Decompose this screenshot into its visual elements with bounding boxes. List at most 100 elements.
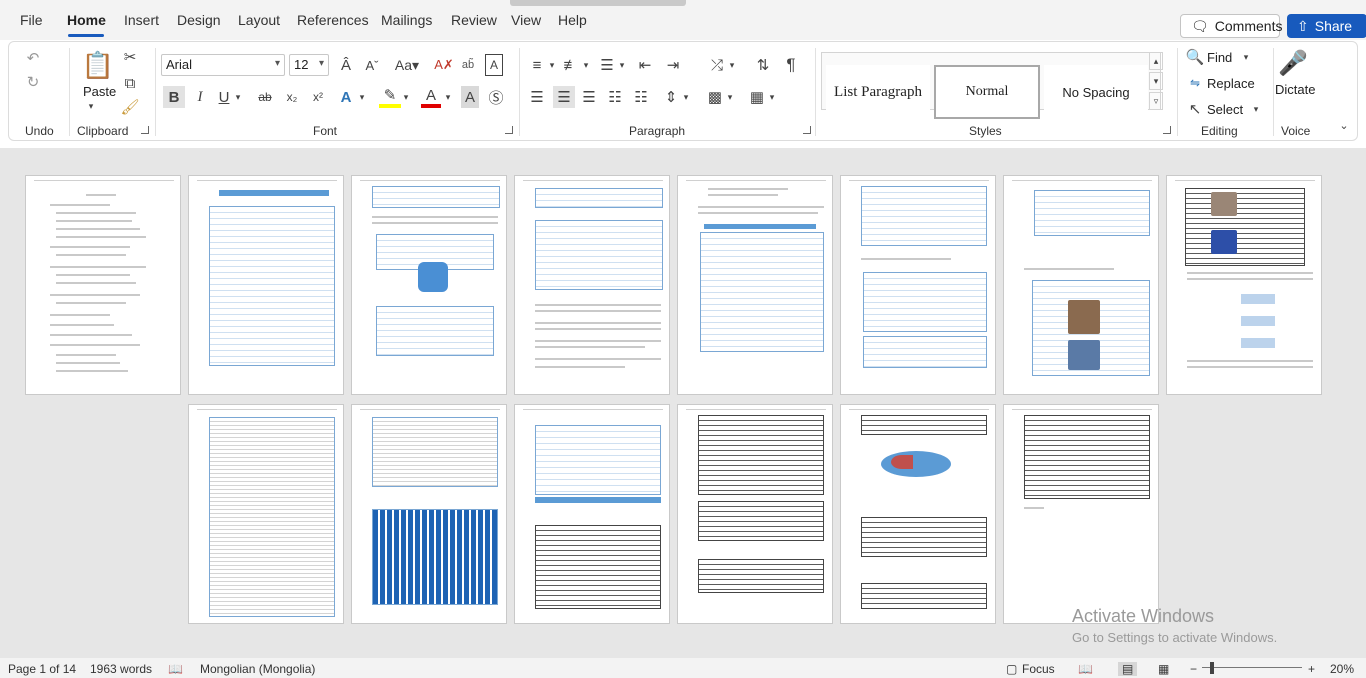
tab-home[interactable]: Home: [67, 12, 106, 28]
bold-icon[interactable]: B: [163, 86, 185, 108]
line-spacing-icon[interactable]: ⇕: [661, 86, 681, 108]
tab-help[interactable]: Help: [558, 12, 587, 28]
page-thumbnail[interactable]: [840, 404, 996, 624]
chevron-down-icon[interactable]: ▾: [401, 86, 411, 108]
undo-icon[interactable]: ↶: [23, 48, 43, 68]
page-thumbnail[interactable]: [677, 175, 833, 395]
text-direction-icon[interactable]: ⤮: [707, 54, 727, 76]
word-count[interactable]: 1963 words: [90, 662, 152, 676]
tab-design[interactable]: Design: [177, 12, 221, 28]
tab-references[interactable]: References: [297, 12, 369, 28]
shrink-font-icon[interactable]: Aˇ: [363, 54, 381, 76]
change-case-icon[interactable]: Aa▾: [391, 54, 423, 76]
paste-label[interactable]: Paste: [83, 84, 116, 99]
styles-launcher-icon[interactable]: [1163, 126, 1171, 134]
chevron-down-icon[interactable]: ▾: [85, 100, 97, 112]
style-no-spacing[interactable]: No Spacing: [1044, 65, 1148, 119]
replace-button[interactable]: Replace: [1207, 76, 1255, 91]
page-thumbnail[interactable]: [188, 404, 344, 624]
share-button[interactable]: ⇧ Share: [1287, 14, 1366, 38]
chevron-down-icon[interactable]: ▾: [1241, 50, 1251, 64]
subscript-icon[interactable]: x₂: [283, 86, 301, 108]
comments-button[interactable]: 🗨 Comments: [1180, 14, 1282, 38]
zoom-slider[interactable]: [1202, 667, 1302, 668]
language-status[interactable]: Mongolian (Mongolia): [200, 662, 315, 676]
cut-icon[interactable]: ✂: [121, 48, 139, 66]
tab-layout[interactable]: Layout: [238, 12, 280, 28]
grow-font-icon[interactable]: Â: [337, 54, 355, 76]
microphone-icon[interactable]: 🎤: [1278, 46, 1308, 80]
collapse-ribbon-icon[interactable]: ⌄: [1337, 118, 1351, 132]
italic-icon[interactable]: I: [191, 86, 209, 108]
underline-icon[interactable]: U: [215, 86, 233, 108]
style-list-paragraph[interactable]: List Paragraph: [826, 65, 930, 119]
tab-mailings[interactable]: Mailings: [381, 12, 432, 28]
increase-indent-icon[interactable]: ⇥: [663, 54, 683, 76]
numbering-icon[interactable]: ≢: [561, 54, 581, 76]
chevron-down-icon[interactable]: ▾: [727, 54, 737, 76]
copy-icon[interactable]: ⧉: [121, 74, 139, 92]
format-painter-icon[interactable]: 🖌: [120, 98, 139, 116]
replace-icon[interactable]: ⇋: [1187, 74, 1203, 92]
page-thumbnail[interactable]: [1003, 404, 1159, 624]
chevron-down-icon[interactable]: ▾: [1251, 102, 1261, 116]
decrease-indent-icon[interactable]: ⇤: [635, 54, 655, 76]
chevron-down-icon[interactable]: ▾: [233, 86, 243, 108]
character-border-icon[interactable]: A: [485, 54, 503, 76]
styles-more-icon[interactable]: ▿: [1149, 92, 1163, 110]
page-thumbnail[interactable]: [514, 404, 670, 624]
font-color-icon[interactable]: A: [421, 86, 441, 108]
print-layout-icon[interactable]: ▤: [1118, 662, 1138, 676]
page-thumbnail[interactable]: [1166, 175, 1322, 395]
select-button[interactable]: Select: [1207, 102, 1243, 117]
page-thumbnail[interactable]: [514, 175, 670, 395]
select-cursor-icon[interactable]: ↖: [1187, 100, 1203, 118]
zoom-out-icon[interactable]: −: [1190, 662, 1197, 676]
page-thumbnail[interactable]: [1003, 175, 1159, 395]
chevron-down-icon[interactable]: ▾: [767, 86, 777, 108]
font-name-select[interactable]: Arial ▾: [161, 54, 285, 76]
distributed-icon[interactable]: ☷: [631, 86, 651, 108]
highlight-icon[interactable]: ✎: [379, 86, 401, 108]
focus-label[interactable]: Focus: [1022, 662, 1055, 676]
tab-review[interactable]: Review: [451, 12, 497, 28]
tab-insert[interactable]: Insert: [124, 12, 159, 28]
align-left-icon[interactable]: ☰: [527, 86, 547, 108]
font-size-select[interactable]: 12 ▾: [289, 54, 329, 76]
align-center-icon[interactable]: ☰: [553, 86, 575, 108]
page-thumbnail[interactable]: [351, 404, 507, 624]
enclose-characters-icon[interactable]: Ⓢ: [487, 86, 505, 108]
styles-scroll-down-icon[interactable]: ▾: [1149, 72, 1163, 90]
page-thumbnail[interactable]: [840, 175, 996, 395]
font-launcher-icon[interactable]: [505, 126, 513, 134]
page-count[interactable]: Page 1 of 14: [8, 662, 76, 676]
phonetic-guide-icon[interactable]: ab̃: [459, 54, 477, 76]
zoom-level[interactable]: 20%: [1330, 662, 1354, 676]
paragraph-launcher-icon[interactable]: [803, 126, 811, 134]
chevron-down-icon[interactable]: ▾: [357, 86, 367, 108]
document-canvas[interactable]: Activate Windows Go to Settings to activ…: [0, 148, 1366, 658]
chevron-down-icon[interactable]: ▾: [681, 86, 691, 108]
page-thumbnail[interactable]: [188, 175, 344, 395]
tab-file[interactable]: File: [20, 12, 43, 28]
text-effects-icon[interactable]: A: [335, 86, 357, 108]
styles-scroll-up-icon[interactable]: ▴: [1149, 52, 1163, 70]
multilevel-list-icon[interactable]: ☰: [597, 54, 617, 76]
chevron-down-icon[interactable]: ▾: [725, 86, 735, 108]
read-mode-icon[interactable]: 📖: [1078, 662, 1093, 676]
chevron-down-icon[interactable]: ▾: [443, 86, 453, 108]
page-thumbnail[interactable]: [677, 404, 833, 624]
search-icon[interactable]: 🔍: [1186, 48, 1205, 66]
sort-icon[interactable]: ⇅: [753, 54, 773, 76]
show-formatting-marks-icon[interactable]: ¶: [781, 54, 801, 76]
strikethrough-icon[interactable]: ab: [255, 86, 275, 108]
align-right-icon[interactable]: ☰: [579, 86, 599, 108]
shading-icon[interactable]: ▩: [705, 86, 725, 108]
page-thumbnail[interactable]: [25, 175, 181, 395]
zoom-slider-thumb[interactable]: [1210, 662, 1214, 674]
chevron-down-icon[interactable]: ▾: [581, 54, 591, 76]
chevron-down-icon[interactable]: ▾: [547, 54, 557, 76]
chevron-down-icon[interactable]: ▾: [617, 54, 627, 76]
zoom-in-icon[interactable]: +: [1308, 662, 1315, 676]
find-button[interactable]: Find: [1207, 50, 1232, 65]
